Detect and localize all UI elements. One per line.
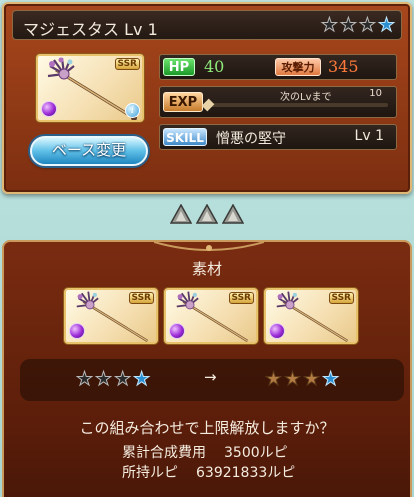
- star-icon: ★: [264, 368, 283, 391]
- material-slot[interactable]: SSR: [64, 288, 158, 344]
- weapon-card[interactable]: SSR i: [36, 54, 144, 122]
- hp-label: HP: [163, 58, 195, 76]
- weapon-title-bar: マジェスタス Lv 1 ★ ★ ★ ★: [12, 10, 402, 40]
- star-icon: ★: [114, 368, 132, 391]
- rarity-stars: ★ ★ ★ ★: [320, 14, 395, 37]
- star-icon: ★: [377, 14, 395, 37]
- material-slot[interactable]: SSR: [264, 288, 358, 344]
- ssr-badge: SSR: [128, 292, 154, 304]
- exp-progress-knob: [201, 98, 215, 112]
- material-title: 素材: [191, 260, 222, 278]
- total-cost-value: 3500ルピ: [224, 445, 288, 461]
- up-arrow-icon: [196, 204, 218, 224]
- total-cost-line: 累計合成費用 3500ルピ: [122, 442, 288, 462]
- hp-value: 40: [204, 57, 225, 76]
- total-cost-label: 累計合成費用: [122, 445, 206, 461]
- owned-rupie-value: 63921833ルピ: [196, 465, 296, 481]
- material-panel: 素材 SSR SSR SSR ★ ★ ★ ★ → ★ ★ ★ ★ この組み合わせ…: [2, 240, 412, 497]
- weapon-detail-panel: マジェスタス Lv 1 ★ ★ ★ ★ SSR i ベース変更 HP 40 攻撃力 3…: [2, 2, 412, 194]
- skill-name: 憎悪の堅守: [216, 131, 286, 147]
- exp-row: EXP 次のLvまで 10: [159, 86, 397, 118]
- star-icon: ★: [303, 368, 321, 391]
- change-base-button[interactable]: ベース変更: [30, 136, 148, 166]
- up-arrow-icon: [222, 204, 244, 224]
- weapon-name: マジェスタス Lv 1: [23, 20, 158, 39]
- arrow-icon: →: [204, 368, 217, 386]
- ssr-badge: SSR: [328, 292, 354, 304]
- skill-level: Lv 1: [354, 128, 384, 144]
- owned-rupie-line: 所持ルピ 63921833ルピ: [122, 462, 295, 482]
- star-icon: ★: [320, 14, 338, 37]
- star-icon: ★: [133, 368, 151, 391]
- atk-value: 345: [328, 57, 359, 76]
- exp-progress-bar: [201, 98, 388, 112]
- ssr-badge: SSR: [228, 292, 254, 304]
- star-icon: ★: [95, 368, 113, 391]
- star-icon: ★: [75, 368, 94, 391]
- dark-element-icon: [69, 323, 85, 339]
- material-slot[interactable]: SSR: [164, 288, 258, 344]
- result-stars: ★ ★ ★ ★: [264, 368, 340, 391]
- owned-rupie-label: 所持ルピ: [122, 465, 178, 481]
- uncap-star-comparison: ★ ★ ★ ★ → ★ ★ ★ ★: [20, 359, 404, 401]
- skill-row[interactable]: SKILL 憎悪の堅守 Lv 1: [159, 124, 397, 150]
- star-icon: ★: [284, 368, 302, 391]
- confirm-question: この組み合わせで上限解放しますか？: [79, 419, 335, 437]
- hp-atk-row: HP 40 攻撃力 345: [159, 54, 397, 80]
- star-icon: ★: [339, 14, 357, 37]
- skill-label: SKILL: [163, 128, 207, 146]
- ssr-badge: SSR: [114, 58, 140, 70]
- star-icon: ★: [322, 368, 340, 391]
- info-icon[interactable]: i: [125, 103, 140, 118]
- next-level-value: 10: [369, 88, 382, 99]
- exp-label: EXP: [163, 92, 203, 112]
- dark-element-icon: [269, 323, 285, 339]
- next-level-label: 次のLvまで: [280, 92, 332, 103]
- up-arrow-icon: [170, 204, 192, 224]
- atk-label: 攻撃力: [275, 58, 321, 76]
- star-icon: ★: [358, 14, 376, 37]
- panel-ornament: [154, 241, 264, 251]
- dark-element-icon: [169, 323, 185, 339]
- current-stars: ★ ★ ★ ★: [75, 368, 151, 391]
- uncap-arrows: [170, 204, 244, 224]
- dark-element-icon: [41, 101, 57, 117]
